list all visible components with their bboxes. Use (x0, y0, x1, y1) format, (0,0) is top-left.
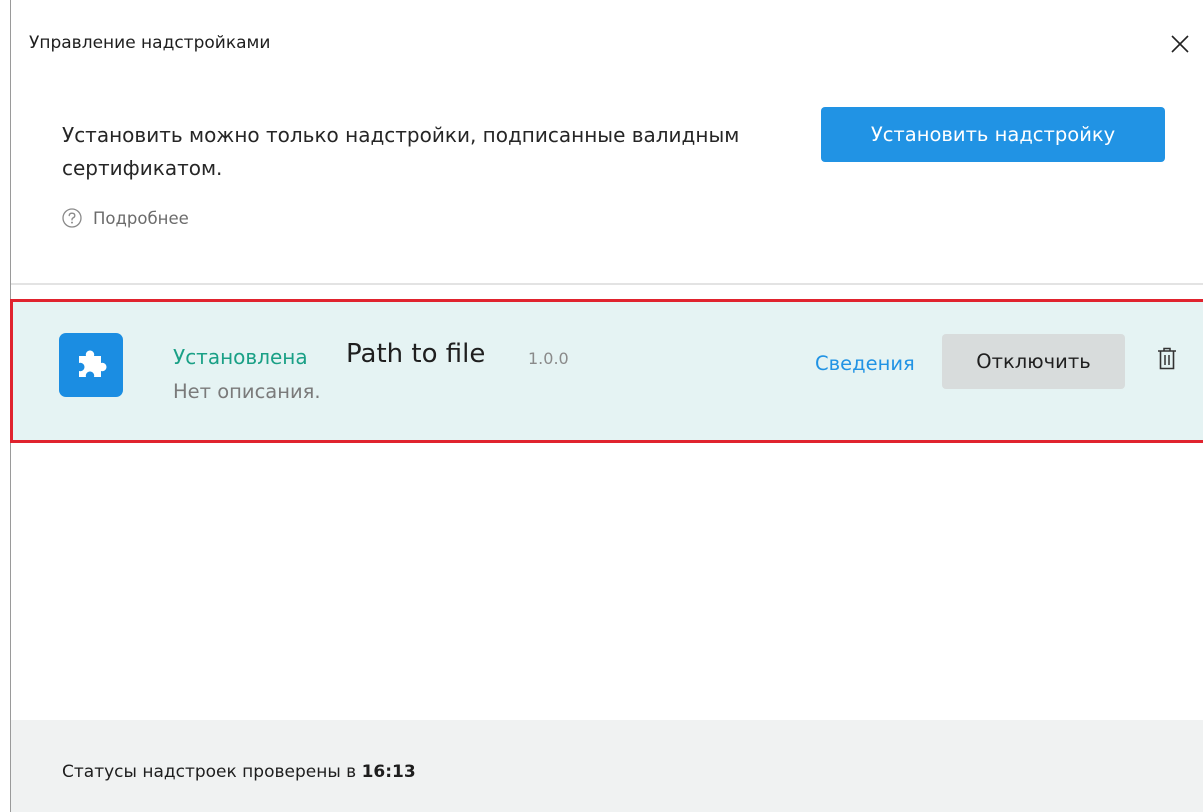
delete-addon-button[interactable] (1155, 346, 1179, 372)
close-button[interactable] (1166, 30, 1194, 58)
install-addon-button[interactable]: Установить надстройку (821, 107, 1165, 162)
close-icon (1171, 35, 1189, 53)
trash-icon (1158, 347, 1176, 370)
status-check-label: Статусы надстроек проверены в (62, 762, 357, 782)
help-icon (61, 207, 83, 229)
addon-icon (59, 333, 123, 397)
more-info-link[interactable]: Подробнее (61, 206, 189, 230)
addon-details-link[interactable]: Сведения (815, 352, 915, 375)
status-check-text: Статусы надстроек проверены в 16:13 (62, 762, 416, 782)
section-divider (11, 283, 1203, 285)
disable-addon-button[interactable]: Отключить (942, 334, 1125, 389)
puzzle-icon (79, 350, 107, 377)
addons-manager-window: Управление надстройками Установить можно… (0, 0, 1203, 812)
signature-notice: Установить можно только надстройки, подп… (62, 123, 740, 180)
more-info-label: Подробнее (93, 208, 189, 228)
addon-version: 1.0.0 (528, 349, 569, 368)
addon-name: Path to file (346, 339, 486, 369)
status-check-time: 16:13 (361, 762, 416, 782)
addon-description: Нет описания. (173, 380, 321, 403)
addon-status: Установлена (173, 345, 308, 369)
window-title: Управление надстройками (29, 33, 271, 53)
